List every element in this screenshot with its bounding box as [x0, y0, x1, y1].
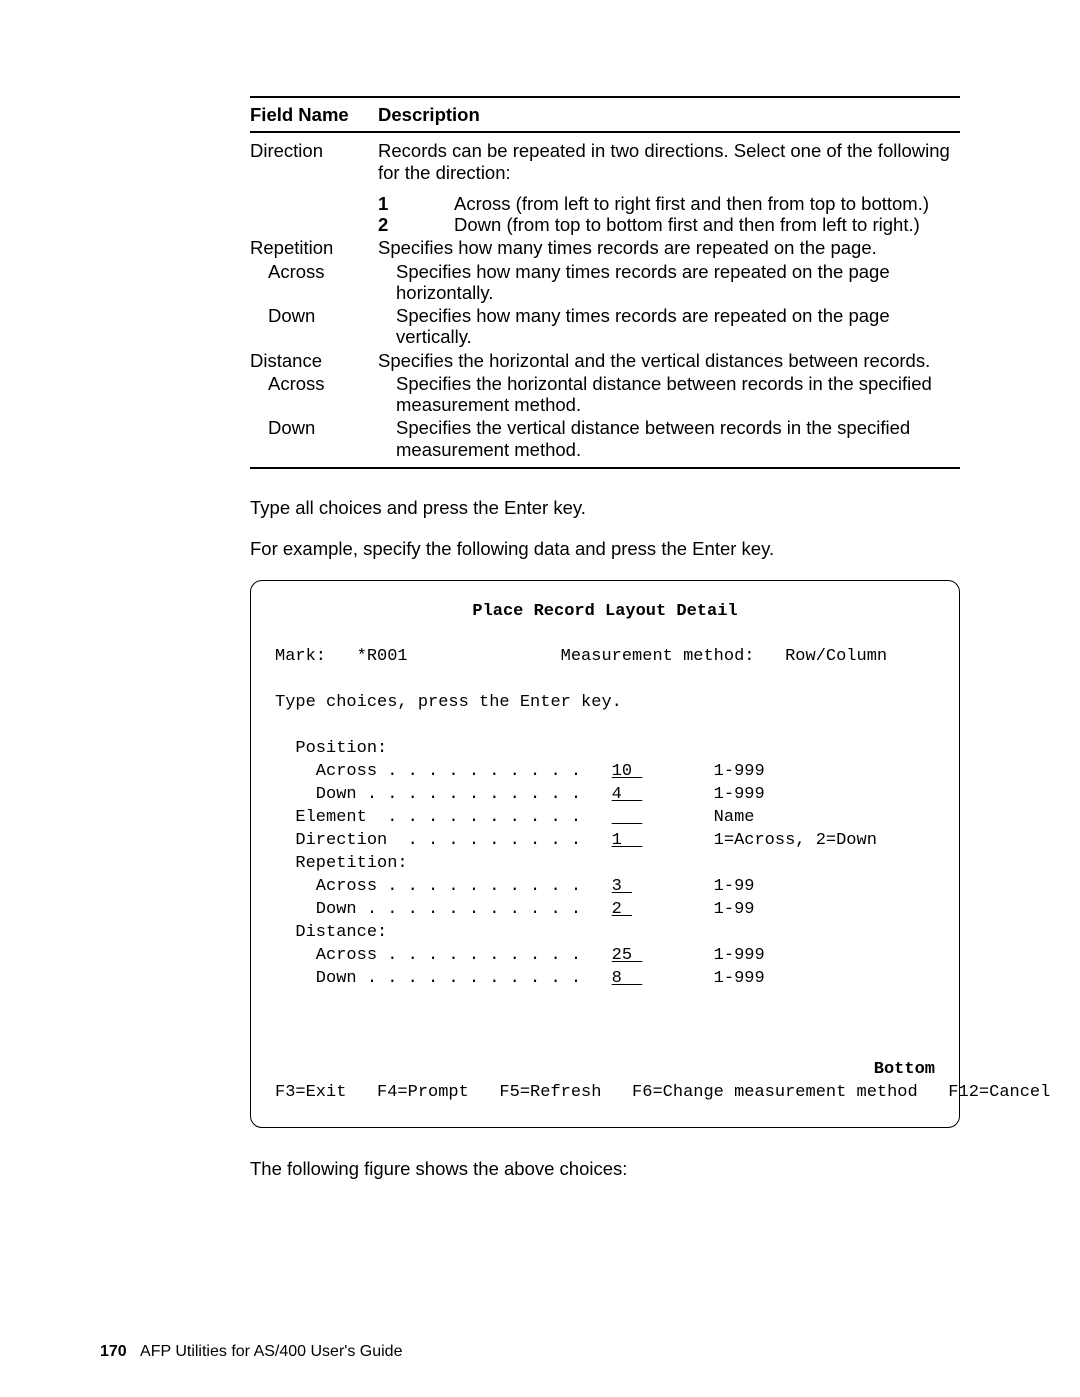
paragraph-2: For example, specify the following data … — [250, 538, 960, 559]
screen-dist-down-range: 1-999 — [642, 969, 764, 988]
screen-pos-across-range: 1-999 — [642, 762, 764, 781]
enum-text-1: Across (from left to right first and the… — [454, 193, 929, 214]
screen-rep-across-range: 1-99 — [632, 877, 754, 896]
row-repetition: Repetition Specifies how many times reco… — [250, 236, 960, 259]
row-dist-across: Across Specifies the horizontal distance… — [250, 372, 960, 417]
screen-pos-down-val: 4 — [612, 785, 643, 804]
header-field-name: Field Name — [250, 104, 378, 125]
screen-pos-across-val: 10 — [612, 762, 643, 781]
screen-rep-down: Down . . . . . . . . . . . — [275, 900, 612, 919]
screen-fkeys: F3=Exit F4=Prompt F5=Refresh F6=Change m… — [275, 1083, 1050, 1102]
screen-dist-across: Across . . . . . . . . . . — [275, 946, 612, 965]
screen-direction-range: 1=Across, 2=Down — [642, 831, 877, 850]
field-rep-down: Down — [250, 305, 396, 326]
screen-rep-across: Across . . . . . . . . . . — [275, 877, 612, 896]
screen-rep-down-range: 1-99 — [632, 900, 754, 919]
desc-dist-across: Specifies the horizontal distance betwee… — [396, 373, 960, 416]
screen-pos-across: Across . . . . . . . . . . — [275, 762, 612, 781]
paragraph-1: Type all choices and press the Enter key… — [250, 497, 960, 518]
page-number: 170 — [100, 1343, 127, 1360]
screen-rep-down-val: 2 — [612, 900, 632, 919]
screen-distance: Distance: — [275, 923, 387, 942]
screen-dist-across-range: 1-999 — [642, 946, 764, 965]
screen-position-label: Position: — [275, 739, 387, 758]
field-table: Field Name Description Direction Records… — [250, 96, 960, 469]
page-footer: 170 AFP Utilities for AS/400 User's Guid… — [100, 1343, 402, 1361]
row-distance: Distance Specifies the horizontal and th… — [250, 349, 960, 372]
screen-element-range: Name — [642, 808, 754, 827]
header-description: Description — [378, 104, 960, 125]
page: Field Name Description Direction Records… — [0, 0, 1080, 1397]
screen-rep-across-val: 3 — [612, 877, 632, 896]
row-direction: Direction Records can be repeated in two… — [250, 139, 960, 236]
screen-element: Element . . . . . . . . . . — [275, 808, 612, 827]
field-direction: Direction — [250, 140, 378, 161]
desc-direction: Records can be repeated in two direction… — [378, 140, 960, 183]
desc-rep-down: Specifies how many times records are rep… — [396, 305, 960, 348]
enum-num-2: 2 — [378, 214, 454, 235]
screen-dist-down-val: 8 — [612, 969, 643, 988]
desc-repetition: Specifies how many times records are rep… — [378, 237, 960, 258]
book-title: AFP Utilities for AS/400 User's Guide — [140, 1343, 402, 1360]
paragraph-3: The following figure shows the above cho… — [250, 1158, 960, 1179]
screen-direction: Direction . . . . . . . . . — [275, 831, 612, 850]
enum-text-2: Down (from top to bottom first and then … — [454, 214, 920, 235]
screen-instruct: Type choices, press the Enter key. — [275, 693, 622, 712]
screen-mark-line: Mark: *R001 Measurement method: Row/Colu… — [275, 647, 887, 666]
field-dist-across: Across — [250, 373, 396, 394]
screen-pos-down: Down . . . . . . . . . . . — [275, 785, 612, 804]
screen-element-val — [612, 808, 643, 827]
screen-title: Place Record Layout Detail — [275, 601, 935, 624]
row-rep-down: Down Specifies how many times records ar… — [250, 304, 960, 349]
row-dist-down: Down Specifies the vertical distance bet… — [250, 416, 960, 461]
desc-rep-across: Specifies how many times records are rep… — [396, 261, 960, 304]
enum-num-1: 1 — [378, 193, 454, 214]
field-distance: Distance — [250, 350, 378, 371]
row-rep-across: Across Specifies how many times records … — [250, 260, 960, 305]
field-dist-down: Down — [250, 417, 396, 438]
screen-repetition: Repetition: — [275, 854, 408, 873]
field-repetition: Repetition — [250, 237, 378, 258]
table-header-row: Field Name Description — [250, 98, 960, 133]
screen-direction-val: 1 — [612, 831, 643, 850]
table-body: Direction Records can be repeated in two… — [250, 133, 960, 467]
enum-2: 2 Down (from top to bottom first and the… — [378, 214, 960, 235]
desc-distance: Specifies the horizontal and the vertica… — [378, 350, 960, 371]
screen-dist-down: Down . . . . . . . . . . . — [275, 969, 612, 988]
screen-bottom: Bottom — [275, 1059, 935, 1082]
terminal-screen: Place Record Layout Detail Mark: *R001 M… — [250, 580, 960, 1129]
desc-dist-down: Specifies the vertical distance between … — [396, 417, 960, 460]
field-rep-across: Across — [250, 261, 396, 282]
enum-1: 1 Across (from left to right first and t… — [378, 193, 960, 214]
screen-dist-across-val: 25 — [612, 946, 643, 965]
screen-pos-down-range: 1-999 — [642, 785, 764, 804]
